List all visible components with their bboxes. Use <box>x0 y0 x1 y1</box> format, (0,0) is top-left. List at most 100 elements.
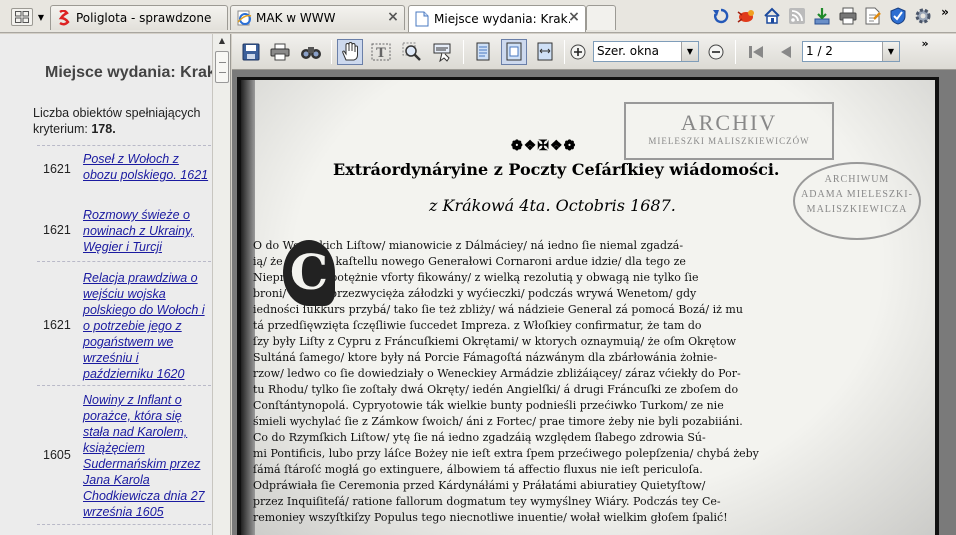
document-text-line: Odpráwiała ſie Ceremonia przed Kárdynáłá… <box>253 479 706 492</box>
document-heading: Extráordynáryine z Poczty Ceſárſkiey wiá… <box>333 160 780 179</box>
scroll-up-arrow-icon[interactable]: ▲ <box>214 36 230 50</box>
stamp-line: MALISZKIEWICZA <box>806 204 908 215</box>
result-year: 1621 <box>43 162 71 176</box>
result-title-link[interactable]: Rozmowy świeże o nowinach z Ukrainy, Węg… <box>83 207 211 255</box>
document-subheading: z Krákowá 4ta. Octobris 1687. <box>429 196 676 215</box>
single-page-icon[interactable] <box>470 39 496 65</box>
result-title-link[interactable]: Poseł z Wołoch z obozu polskiego. 1621 <box>83 151 211 183</box>
tab-label: Miejsce wydania: Krak… <box>434 12 570 26</box>
print-icon[interactable] <box>267 39 293 65</box>
toolbar-separator <box>463 40 464 64</box>
page-title: Miejsce wydania: Kraków <box>45 64 212 81</box>
zoom-out-icon[interactable] <box>703 39 729 65</box>
list-item: 1621 Rozmowy świeże o nowinach z Ukrainy… <box>37 199 211 261</box>
result-year: 1621 <box>43 223 71 237</box>
back-icon[interactable] <box>711 6 731 26</box>
list-item: 1621 Relacja prawdziwa o wejściu wojska … <box>37 261 211 385</box>
toolbar-separator <box>735 40 736 64</box>
tab-label: MAK w WWW <box>256 11 336 25</box>
document-text-line: śmieli wychylać ſie z Zámkow ſwoich/ áni… <box>253 415 743 428</box>
result-title-link[interactable]: Nowiny z Inflant o porażce, która się st… <box>83 392 211 520</box>
stamp-line: ADAMA MIELESZKI- <box>801 189 913 200</box>
bug-icon[interactable] <box>736 6 756 26</box>
tab-mak[interactable]: MAK w WWW × <box>230 5 405 30</box>
document-text-line: ſámá ſtároſć mogłá go extinguere, álbowi… <box>253 463 703 476</box>
safety-icon[interactable] <box>888 6 908 26</box>
save-icon[interactable] <box>238 39 264 65</box>
tab-label: Poliglota - sprawdzone… <box>76 11 212 25</box>
chevron-down-icon[interactable]: ▼ <box>882 42 899 61</box>
more-tools-chevron-icon[interactable]: » <box>938 2 952 22</box>
rss-icon[interactable] <box>787 6 807 26</box>
viewer-toolbar: T Szer. okna ▼ 1 / 2 ▼ » <box>232 34 956 70</box>
zoom-select[interactable]: Szer. okna ▼ <box>593 41 699 62</box>
result-count-label: Liczba obiektów spełniających kryterium: <box>33 106 201 136</box>
scrollbar-thumb[interactable] <box>215 51 229 83</box>
find-binoculars-icon[interactable] <box>298 39 324 65</box>
page-select-value: 1 / 2 <box>806 44 833 58</box>
tab-overview-icon[interactable] <box>11 8 33 26</box>
tab-list-dropdown-icon[interactable]: ▼ <box>35 8 47 26</box>
results-scrollbar[interactable]: ▲ <box>212 34 230 535</box>
new-tab-button[interactable] <box>586 5 616 30</box>
result-year: 1605 <box>43 448 71 462</box>
more-viewer-tools-chevron-icon[interactable]: » <box>918 37 932 50</box>
svg-text:T: T <box>376 46 386 61</box>
previous-page-icon[interactable] <box>773 39 799 65</box>
document-text-line: Nieprzyiaciel potężnie vforty fikowány/ … <box>253 271 699 284</box>
gear-icon[interactable] <box>913 6 933 26</box>
page-tools-icon[interactable] <box>863 6 883 26</box>
tab-poliglota[interactable]: Poliglota - sprawdzone… <box>50 5 228 30</box>
poliglota-icon <box>56 10 72 26</box>
results-panel: Miejsce wydania: Kraków Liczba obiektów … <box>0 34 231 535</box>
document-text-line: przez Inquiſiteſá/ ratione fallorum dogm… <box>253 495 721 508</box>
tab-miejsce-wydania[interactable]: Miejsce wydania: Krak… × <box>408 5 586 32</box>
home-icon[interactable] <box>762 6 782 26</box>
list-item <box>37 524 211 535</box>
document-body-text: O do Weneckich Liſtow/ mianowicie z Dálm… <box>253 238 931 526</box>
document-viewer: T Szer. okna ▼ 1 / 2 ▼ » ❁❖✠❖❁ ARCHIV MI… <box>232 34 956 535</box>
ornament: ❁❖✠❖❁ <box>511 138 577 154</box>
result-count-value: 178. <box>91 122 116 136</box>
document-text-line: O do Weneckich Liſtow/ mianowicie z Dálm… <box>253 239 684 252</box>
result-year: 1621 <box>43 318 71 332</box>
fit-page-icon[interactable] <box>501 39 527 65</box>
fit-width-icon[interactable] <box>532 39 558 65</box>
zoom-select-value: Szer. okna <box>597 44 660 58</box>
archive-stamp-rectangular: ARCHIV MIELESZKI MALISZKIEWICZÓW <box>624 102 834 160</box>
document-page-image[interactable]: ❁❖✠❖❁ ARCHIV MIELESZKI MALISZKIEWICZÓW A… <box>241 80 935 535</box>
snapshot-icon[interactable] <box>430 39 456 65</box>
document-frame: ❁❖✠❖❁ ARCHIV MIELESZKI MALISZKIEWICZÓW A… <box>237 77 939 535</box>
results-list: Miejsce wydania: Kraków Liczba obiektów … <box>0 34 212 535</box>
document-text-line: ſzy były Liſty z Cypru z Fráncuſkiemi Ok… <box>253 335 737 348</box>
document-text-line: mi Pontificis, lubo przy láſce Bożey nie… <box>253 447 759 460</box>
stamp-title: ARCHIV <box>680 110 778 135</box>
document-text-line: rzow/ ledwo co ſie dowiedziały o Wenecki… <box>253 367 741 380</box>
zoom-in-icon[interactable] <box>565 39 591 65</box>
drop-cap: C <box>283 240 335 306</box>
document-text-line: Conſtántynopolá. Cypryotowie ták wielkie… <box>253 399 724 412</box>
document-text-line: iedności ſukkurs przybá/ tako ſie też zb… <box>253 303 743 316</box>
close-icon[interactable]: × <box>567 10 581 24</box>
result-count: Liczba obiektów spełniających kryterium:… <box>33 105 211 137</box>
page-select[interactable]: 1 / 2 ▼ <box>802 41 900 62</box>
document-text-line: remoniey wszyſtkiſzy Populus tego niecno… <box>253 511 728 524</box>
document-text-line: tu Rhodu/ tylko ſie zoſtały dwá Okręty/ … <box>253 383 739 396</box>
zoom-tool-icon[interactable] <box>399 39 425 65</box>
archive-stamp-oval: ARCHIWUM ADAMA MIELESZKI- MALISZKIEWICZA <box>793 162 921 240</box>
pan-hand-icon[interactable] <box>337 39 363 65</box>
document-text-line: tá przedſięwzięta ſczęſliwie ſuccedet Im… <box>253 319 702 332</box>
download-icon[interactable] <box>812 6 832 26</box>
list-item: 1605 Nowiny z Inflant o porażce, która s… <box>37 385 211 525</box>
chevron-down-icon[interactable]: ▼ <box>681 42 698 61</box>
document-text-line: Co do Rzymſkich Liſtow/ ytę ſie ná iedno… <box>253 431 706 444</box>
ie-page-icon <box>236 10 252 26</box>
stamp-subtitle: MIELESZKI MALISZKIEWICZÓW <box>648 136 810 146</box>
document-text-line: Sultáná ſamego/ ktore były ná Porcie Fám… <box>253 351 718 364</box>
text-select-icon[interactable]: T <box>368 39 394 65</box>
document-icon <box>414 11 430 27</box>
print-icon[interactable] <box>838 6 858 26</box>
first-page-icon[interactable] <box>743 39 769 65</box>
result-title-link[interactable]: Relacja prawdziwa o wejściu wojska polsk… <box>83 270 211 382</box>
close-icon[interactable]: × <box>386 10 400 24</box>
